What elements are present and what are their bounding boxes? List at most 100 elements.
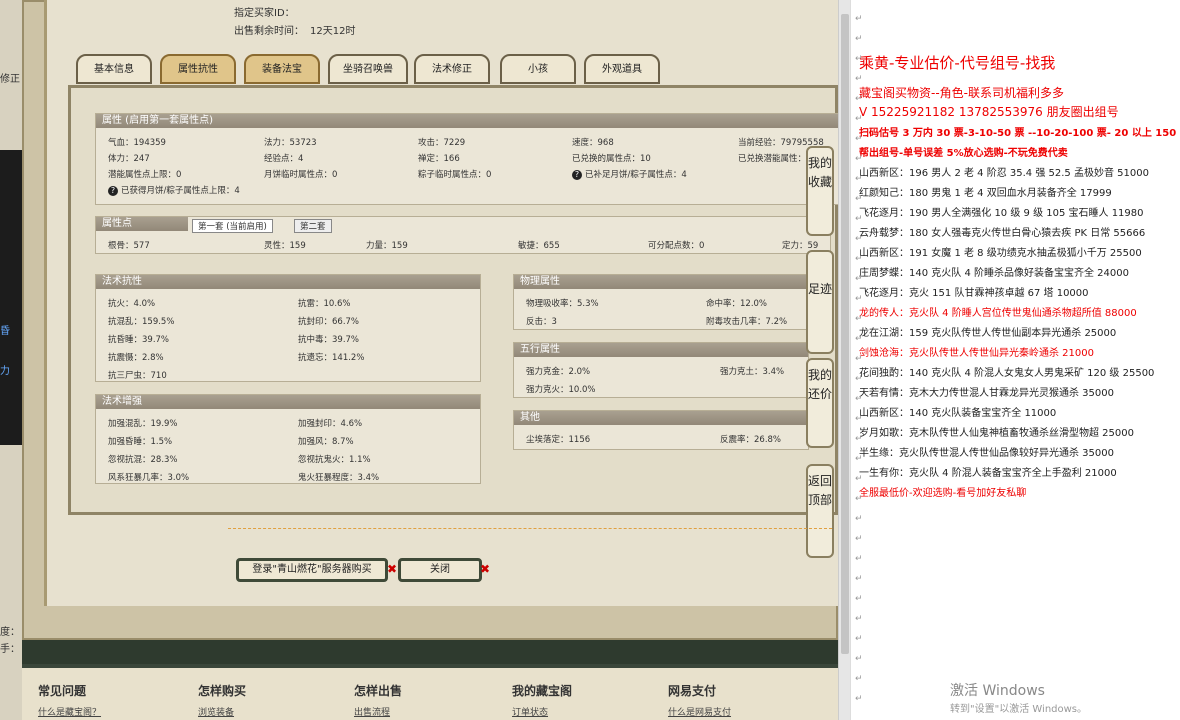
- section-header: 法术抗性: [96, 275, 480, 289]
- ad-line: 花间独酌：140 克火队 4 阶混人女鬼女人男鬼采矿 120 级 25500: [859, 368, 1155, 379]
- tab-attributes[interactable]: 属性抗性: [160, 54, 236, 84]
- close-button[interactable]: 关闭: [398, 558, 482, 582]
- footer-link[interactable]: 什么是藏宝阁？: [38, 705, 101, 718]
- ad-line: 剑蚀沧海：克火队传世人传世仙异光秦岭通杀 21000: [859, 348, 1094, 359]
- boost-cell: 加强混乱：19.9%: [108, 419, 178, 429]
- paragraph-mark-icon: ↵: [855, 674, 863, 684]
- section-header: 属性点: [96, 217, 188, 231]
- paragraph-mark-icon: ↵: [855, 614, 863, 624]
- phys-cell: 命中率：12.0%: [706, 299, 768, 309]
- phys-cell: 物理吸收率：5.3%: [526, 299, 599, 309]
- left-strip-text: 力: [0, 366, 10, 377]
- footer-link[interactable]: 什么是网易支付: [668, 705, 731, 718]
- attr-cell: ? 已补足月饼/粽子属性点：4: [572, 168, 687, 180]
- physical-section: 物理属性 物理吸收率：5.3% 命中率：12.0% 反击：3 附毒攻击几率：7.2%: [513, 274, 809, 330]
- paragraph-mark-icon: ↵: [855, 234, 863, 244]
- login-buy-button[interactable]: 登录"青山燃花"服务器购买: [236, 558, 388, 582]
- ad-line: 半生缘：克火队传世混人传世仙品像较好异光通杀 35000: [859, 448, 1114, 459]
- my-favorites-button[interactable]: 我的收藏: [806, 146, 834, 236]
- tab-equipment[interactable]: 装备法宝: [244, 54, 320, 84]
- close-x-icon: ✖: [480, 562, 491, 576]
- paragraph-mark-icon: ↵: [855, 474, 863, 484]
- footer-title: 怎样购买: [198, 684, 247, 698]
- section-header: 物理属性: [514, 275, 808, 289]
- attr-cell-text: 已补足月饼/粽子属性点：4: [585, 170, 687, 180]
- seller-label: 指定买家ID：: [234, 8, 295, 19]
- magic-resist-section: 法术抗性 抗火：4.0% 抗雷：10.6% 抗混乱：159.5% 抗封印：66.7%…: [95, 274, 481, 382]
- ad-line: 天若有情：克木大力传世混人甘霖龙异光灵猴通杀 35000: [859, 388, 1114, 399]
- footer-link[interactable]: 出售流程: [354, 705, 402, 718]
- paragraph-mark-icon: ↵: [855, 654, 863, 664]
- attr-cell: 禅定：166: [418, 154, 460, 164]
- left-strip-text: 度：: [0, 627, 20, 638]
- footprint-button[interactable]: 足迹: [806, 250, 834, 354]
- side-label: 返回顶部: [808, 474, 833, 507]
- close-x-icon: ✖: [387, 562, 398, 576]
- attr-cell: 已兑换的属性点：10: [572, 154, 651, 164]
- time-value: 12天12时: [310, 26, 356, 37]
- paragraph-mark-icon: ↵: [855, 354, 863, 364]
- time-row: 出售剩余时间： 12天12时: [234, 22, 355, 37]
- ad-line: 一生有你：克火队 4 阶混人装备宝宝齐全上手盈利 21000: [859, 468, 1117, 479]
- ad-line: 山西新区：140 克火队装备宝宝齐全 11000: [859, 408, 1057, 419]
- paragraph-mark-icon: ↵: [855, 114, 863, 124]
- back-to-top-button[interactable]: 返回顶部: [806, 464, 834, 558]
- points-cell: 力量：159: [366, 241, 408, 251]
- tab-spell-correction[interactable]: 法术修正: [414, 54, 490, 84]
- paragraph-mark-icon: ↵: [855, 174, 863, 184]
- footer: 常见问题 什么是藏宝阁？ 怎样购买 浏览装备 怎样出售 出售流程 我的藏宝阁 订单状态 …: [22, 664, 838, 720]
- paragraph-mark-icon: ↵: [855, 554, 863, 564]
- section-header: 五行属性: [514, 343, 808, 357]
- vertical-scrollbar[interactable]: [838, 0, 850, 720]
- points-cell: 可分配点数：0: [648, 241, 705, 251]
- ad-line: 飞花逐月：克火 151 队甘霖神孩卓越 67 塔 10000: [859, 288, 1089, 299]
- paragraph-mark-icon: ↵: [855, 94, 863, 104]
- question-icon: ?: [108, 186, 118, 196]
- attr-note: ? 已获得月饼/粽子属性点上限：4: [108, 184, 240, 196]
- my-counteroffers-button[interactable]: 我的还价: [806, 358, 834, 448]
- paragraph-mark-icon: ↵: [855, 374, 863, 384]
- attr-cell: 气血：194359: [108, 138, 166, 148]
- magic-cell: 抗封印：66.7%: [298, 317, 360, 327]
- dashed-divider: [228, 528, 832, 529]
- tab-appearance[interactable]: 外观道具: [584, 54, 660, 84]
- tab-child[interactable]: 小孩: [500, 54, 576, 84]
- footer-link[interactable]: 浏览装备: [198, 705, 246, 718]
- points-tab-second[interactable]: 第二套: [294, 219, 332, 233]
- paragraph-mark-icon: ↵: [855, 574, 863, 584]
- attributes-section: 属性 (启用第一套属性点) 气血：194359 法力：53723 攻击：7229…: [95, 113, 840, 205]
- paragraph-mark-icon: ↵: [855, 514, 863, 524]
- tab-mounts-pets[interactable]: 坐骑召唤兽: [328, 54, 408, 84]
- attr-cell: 已兑换潜能属性：: [738, 154, 807, 164]
- paragraph-mark-icon: ↵: [855, 134, 863, 144]
- attr-cell: 经验点：4: [264, 154, 304, 164]
- points-cell: 敏捷：655: [518, 241, 560, 251]
- ad-line: 乘黄-专业估价-代号组号-找我: [859, 54, 1056, 72]
- other-cell: 反震率：26.8%: [720, 435, 782, 445]
- tab-basic-info[interactable]: 基本信息: [76, 54, 152, 84]
- paragraph-mark-icon: ↵: [855, 494, 863, 504]
- left-strip: 修正 昏 力 度： 手：: [0, 0, 22, 720]
- ad-line: 红颜知己：180 男鬼 1 老 4 双回血水月装备齐全 17999: [859, 188, 1112, 199]
- attr-cell: 粽子临时属性点：0: [418, 170, 492, 180]
- time-label: 出售剩余时间：: [234, 26, 304, 37]
- footer-col: 怎样购买 浏览装备: [198, 682, 246, 718]
- ad-line: 帮出组号-单号误差 5%放心选购-不玩免费代卖: [859, 148, 1068, 159]
- footer-title: 常见问题: [38, 684, 87, 698]
- magic-cell: 抗雷：10.6%: [298, 299, 351, 309]
- seller-row: 指定买家ID：: [234, 4, 295, 19]
- attr-cell: 月饼临时属性点：0: [264, 170, 338, 180]
- points-tab-first[interactable]: 第一套 (当前启用): [192, 219, 273, 233]
- footer-link[interactable]: 订单状态: [512, 705, 572, 718]
- paragraph-mark-icon: ↵: [855, 694, 863, 704]
- side-label: 足迹: [808, 282, 833, 296]
- scrollbar-thumb[interactable]: [841, 14, 849, 654]
- footer-title: 我的藏宝阁: [512, 684, 573, 698]
- boost-cell: 加强风：8.7%: [298, 437, 354, 447]
- left-strip-text: 手：: [0, 644, 20, 655]
- ad-line: 龙的传人：克火队 4 阶睡人宫位传世鬼仙通杀物超所值 88000: [859, 308, 1137, 319]
- boost-cell: 加强封印：4.6%: [298, 419, 363, 429]
- magic-cell: 抗中毒：39.7%: [298, 335, 360, 345]
- ad-line: 山西新区：196 男人 2 老 4 阶忍 35.4 强 52.5 孟极妙音 51…: [859, 168, 1149, 179]
- footer-title: 网易支付: [668, 684, 717, 698]
